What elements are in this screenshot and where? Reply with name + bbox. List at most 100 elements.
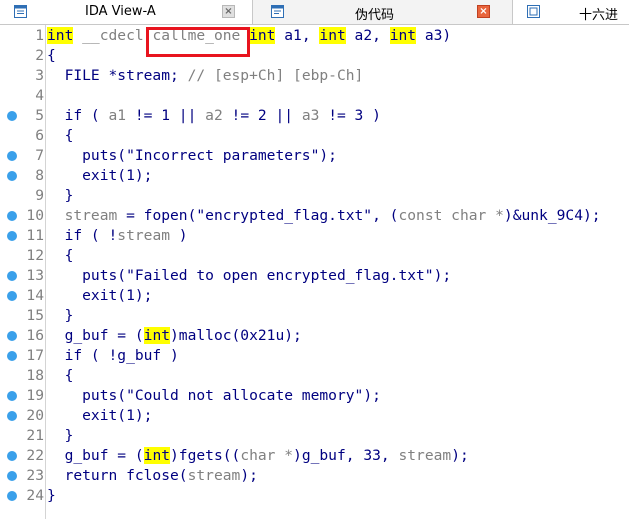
line-number: 2 [35, 47, 44, 64]
code-line[interactable]: 21 } [0, 426, 629, 446]
breakpoint-dot-icon[interactable] [7, 471, 17, 481]
breakpoint-dot-icon[interactable] [7, 291, 17, 301]
code-token: a2 [205, 107, 223, 124]
keyword-token: int [319, 27, 346, 44]
code-line[interactable]: 24} [0, 486, 629, 506]
tab-hex-view-label: 十六进 [579, 8, 619, 23]
close-icon[interactable]: × [222, 5, 235, 18]
line-number: 6 [35, 127, 44, 144]
line-number: 12 [26, 247, 44, 264]
code-token: char * [240, 447, 294, 464]
breakpoint-dot-icon[interactable] [7, 351, 17, 361]
code-token: )fgets(( [170, 447, 241, 464]
code-token: ); [240, 467, 258, 484]
tab-pseudocode[interactable]: 伪代码 × [253, 0, 513, 24]
keyword-token: int [143, 327, 171, 344]
code-line[interactable]: 18 { [0, 366, 629, 386]
breakpoint-dot-icon[interactable] [7, 171, 17, 181]
code-text: puts("Could not allocate memory"); [47, 386, 381, 406]
tab-ida-view[interactable]: IDA View-A × [0, 0, 253, 24]
code-text: return fclose(stream); [47, 466, 258, 486]
code-token: if ( !g_buf ) [47, 347, 179, 364]
code-token: ); [319, 147, 337, 164]
line-number: 19 [26, 387, 44, 404]
code-text: if ( !g_buf ) [47, 346, 179, 366]
code-token: a1, [275, 27, 320, 44]
code-line[interactable]: 10 stream = fopen("encrypted_flag.txt", … [0, 206, 629, 226]
code-token: exit(1); [47, 407, 153, 424]
code-line[interactable]: 23 return fclose(stream); [0, 466, 629, 486]
breakpoint-dot-icon[interactable] [7, 391, 17, 401]
line-number: 20 [26, 407, 44, 424]
code-line[interactable]: 6 { [0, 126, 629, 146]
hex-view-icon [527, 5, 540, 18]
code-token: "Incorrect parameters" [126, 147, 320, 164]
tab-hex-view[interactable]: 十六进 [513, 0, 629, 24]
code-text: g_buf = (int)fgets((char *)g_buf, 33, st… [47, 446, 469, 466]
code-token: puts( [47, 387, 127, 404]
code-line[interactable]: 14 exit(1); [0, 286, 629, 306]
code-token: ); [433, 267, 452, 284]
tab-bar: IDA View-A × 伪代码 × 十六进 [0, 0, 629, 25]
breakpoint-dot-icon[interactable] [7, 411, 17, 421]
code-line[interactable]: 22 g_buf = (int)fgets((char *)g_buf, 33,… [0, 446, 629, 466]
code-text: stream = fopen("encrypted_flag.txt", (co… [47, 206, 601, 226]
code-token: a1 [108, 107, 127, 124]
code-text: FILE *stream; // [esp+Ch] [ebp-Ch] [47, 66, 364, 86]
close-icon[interactable]: × [477, 5, 490, 18]
code-line[interactable]: 7 puts("Incorrect parameters"); [0, 146, 629, 166]
line-number: 3 [35, 67, 44, 84]
line-number: 24 [26, 487, 44, 504]
line-number: 13 [26, 267, 44, 284]
code-line[interactable]: 15 } [0, 306, 629, 326]
breakpoint-dot-icon[interactable] [7, 211, 17, 221]
code-text: } [47, 486, 56, 506]
code-token: a3 [301, 107, 320, 124]
code-token: "Failed to open encrypted_flag.txt" [126, 267, 434, 284]
code-line[interactable]: 13 puts("Failed to open encrypted_flag.t… [0, 266, 629, 286]
code-token: stream [64, 207, 118, 224]
breakpoint-dot-icon[interactable] [7, 331, 17, 341]
code-token: != 1 || [126, 107, 206, 124]
code-line[interactable]: 9 } [0, 186, 629, 206]
pseudocode-editor[interactable]: 1 int __cdecl callme_one int a1, int a2, … [0, 25, 629, 519]
breakpoint-dot-icon[interactable] [7, 111, 17, 121]
code-token: stream [117, 227, 171, 244]
code-line[interactable]: 16 g_buf = (int)malloc(0x21u); [0, 326, 629, 346]
code-text: puts("Failed to open encrypted_flag.txt"… [47, 266, 451, 286]
code-token: puts( [47, 267, 127, 284]
code-token: "encrypted_flag.txt" [196, 207, 373, 224]
keyword-token: int [249, 27, 276, 44]
keyword-token: int [389, 27, 417, 44]
code-line[interactable]: 8 exit(1); [0, 166, 629, 186]
code-line[interactable]: 2{ [0, 46, 629, 66]
code-line[interactable]: 20 exit(1); [0, 406, 629, 426]
code-line[interactable]: 1 int __cdecl callme_one int a1, int a2, … [0, 26, 629, 46]
code-text: } [47, 306, 74, 326]
code-line[interactable]: 19 puts("Could not allocate memory"); [0, 386, 629, 406]
line-number: 14 [26, 287, 44, 304]
breakpoint-dot-icon[interactable] [7, 451, 17, 461]
code-token: "Could not allocate memory" [126, 387, 364, 404]
line-number: 23 [26, 467, 44, 484]
code-line[interactable]: 12 { [0, 246, 629, 266]
code-token: = fopen( [117, 207, 197, 224]
code-token: return fclose( [47, 467, 188, 484]
code-token: __cdecl [73, 27, 153, 44]
breakpoint-dot-icon[interactable] [7, 151, 17, 161]
breakpoint-dot-icon[interactable] [7, 231, 17, 241]
code-line[interactable]: 17 if ( !g_buf ) [0, 346, 629, 366]
code-line[interactable]: 4 [0, 86, 629, 106]
tab-ida-view-label: IDA View-A [85, 4, 156, 19]
code-line[interactable]: 5 if ( a1 != 1 || a2 != 2 || a3 != 3 ) [0, 106, 629, 126]
code-token: a2, [345, 27, 390, 44]
code-token: g_buf = ( [47, 327, 144, 344]
code-line[interactable]: 3 FILE *stream; // [esp+Ch] [ebp-Ch] [0, 66, 629, 86]
code-text: g_buf = (int)malloc(0x21u); [47, 326, 302, 346]
code-line[interactable]: 11 if ( !stream ) [0, 226, 629, 246]
breakpoint-dot-icon[interactable] [7, 491, 17, 501]
code-text: } [47, 426, 74, 446]
breakpoint-dot-icon[interactable] [7, 271, 17, 281]
code-text: exit(1); [47, 166, 152, 186]
